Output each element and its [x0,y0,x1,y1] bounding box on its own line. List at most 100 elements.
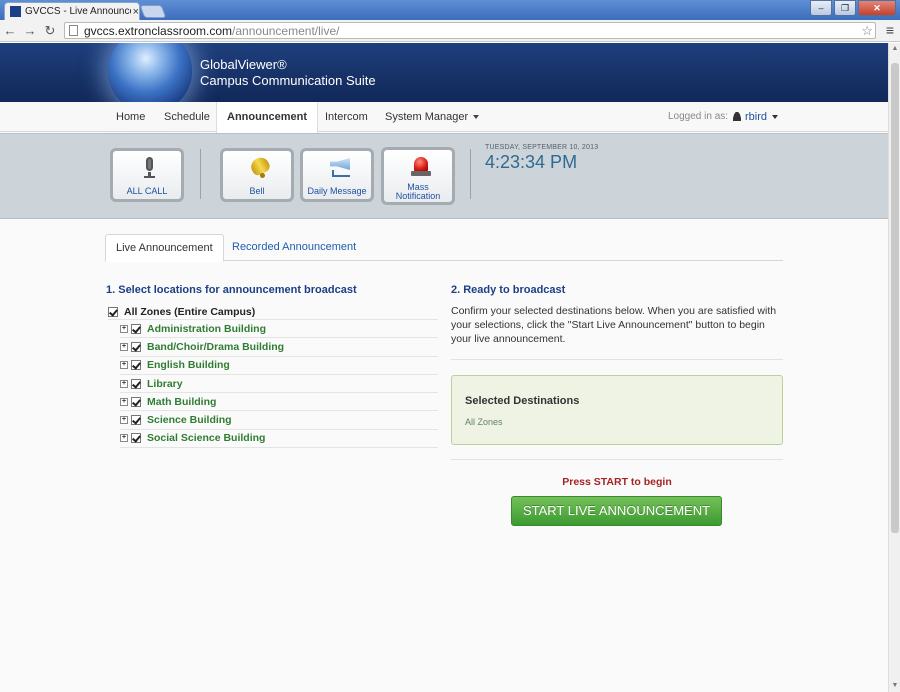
address-bar[interactable]: gvccs.extronclassroom.com/announcement/l… [64,22,876,39]
scroll-up-icon[interactable]: ▲ [889,43,900,55]
building-label: Library [147,377,183,390]
all-zones-row[interactable]: All Zones (Entire Campus) [108,304,438,320]
chevron-down-icon [473,115,480,120]
browser-menu-icon[interactable]: ≡ [886,22,894,38]
brand-subtitle: Campus Communication Suite [200,73,376,88]
web-page: GlobalViewer® Campus Communication Suite… [0,43,888,692]
divider [470,149,471,199]
daily-message-label: Daily Message [307,186,367,196]
minimize-button[interactable]: – [810,0,832,16]
all-call-label: ALL CALL [126,186,168,196]
mass-notification-label: Mass Notification [395,182,441,201]
expand-icon[interactable]: + [120,434,128,443]
building-checkbox[interactable] [131,396,141,407]
page-icon [69,25,78,36]
mass-notification-button[interactable]: Mass Notification [381,147,455,205]
building-checkbox[interactable] [131,323,141,334]
broadcast-instructions: Confirm your selected destinations below… [451,305,777,345]
window-titlebar: GVCCS - Live Announcem × – ❐ ✕ [0,0,900,20]
list-item[interactable]: + Math Building [120,393,438,412]
current-time: 4:23:34 PM [485,152,578,172]
building-label: Social Science Building [147,432,266,445]
scroll-down-icon[interactable]: ▼ [889,680,900,692]
all-zones-checkbox[interactable] [108,306,118,317]
divider [451,459,783,460]
all-zones-label: All Zones (Entire Campus) [124,305,256,318]
siren-icon [384,154,452,180]
browser-toolbar: ← → ↻ gvccs.extronclassroom.com/announce… [0,20,900,42]
page-scrollbar[interactable]: ▲ ▼ [888,43,900,692]
scroll-thumb[interactable] [891,63,899,533]
close-window-button[interactable]: ✕ [858,0,896,16]
brand-name: GlobalViewer® [200,57,287,72]
location-tree: All Zones (Entire Campus) + Administratio… [108,304,438,449]
current-date: TUESDAY, SEPTEMBER 10, 2013 [485,144,599,151]
tab-close-icon[interactable]: × [133,6,139,18]
tab-live-announcement[interactable]: Live Announcement [105,234,224,262]
list-item[interactable]: + Band/Choir/Drama Building [120,338,438,357]
divider [451,359,783,360]
broadcast-title: 2. Ready to broadcast [451,284,566,296]
nav-home[interactable]: Home [106,102,155,132]
all-call-button[interactable]: ALL CALL [110,148,184,202]
building-label: Math Building [147,395,217,408]
building-checkbox[interactable] [131,341,141,352]
building-label: English Building [147,359,230,372]
window-controls: – ❐ ✕ [808,0,896,16]
reload-button[interactable]: ↻ [40,23,60,39]
building-checkbox[interactable] [131,378,141,389]
brand: GlobalViewer® Campus Communication Suite [200,57,376,88]
forward-button[interactable]: → [20,23,40,38]
announcement-tabs: Live Announcement Recorded Announcement [105,234,783,262]
header-banner: GlobalViewer® Campus Communication Suite [0,43,888,113]
nav-system-manager[interactable]: System Manager [375,102,489,132]
nav-announcement[interactable]: Announcement [216,102,319,133]
main-nav: Home Schedule Announcement Intercom Syst… [0,102,888,133]
favicon-icon [10,6,21,17]
expand-icon[interactable]: + [120,416,128,425]
list-item[interactable]: + Library [120,375,438,394]
expand-icon[interactable]: + [120,342,128,351]
list-item[interactable]: + English Building [120,357,438,375]
locations-title: 1. Select locations for announcement bro… [106,284,357,296]
maximize-button[interactable]: ❐ [834,0,856,16]
username: rbird [745,111,768,123]
tab-recorded-announcement[interactable]: Recorded Announcement [222,234,366,261]
list-item[interactable]: + Science Building [120,411,438,430]
user-icon [733,112,741,121]
nav-intercom[interactable]: Intercom [315,102,378,132]
building-checkbox[interactable] [131,360,141,371]
logged-in-label: Logged in as: [668,111,729,122]
user-menu[interactable]: rbird [733,102,779,132]
start-live-announcement-button[interactable]: START LIVE ANNOUNCEMENT [511,496,722,526]
nav-system-manager-label: System Manager [385,111,469,123]
browser-tab[interactable]: GVCCS - Live Announcem × [4,2,140,20]
bookmark-star-icon[interactable]: ☆ [861,23,873,39]
bell-button[interactable]: Bell [220,148,294,202]
expand-icon[interactable]: + [120,397,128,406]
url-path: /announcement/live/ [232,23,340,38]
clock: TUESDAY, SEPTEMBER 10, 2013 4:23:34 PM [485,144,598,173]
selected-destinations-panel: Selected Destinations All Zones [451,375,783,445]
building-checkbox[interactable] [131,433,141,444]
divider [200,149,201,199]
bell-icon [223,154,291,181]
start-prompt: Press START to begin [562,476,672,488]
selected-destinations-title: Selected Destinations [465,395,580,407]
chevron-down-icon [772,115,779,120]
daily-message-button[interactable]: Daily Message [300,148,374,202]
new-tab-button[interactable] [139,5,167,18]
back-button[interactable]: ← [0,23,20,38]
building-checkbox[interactable] [131,415,141,426]
expand-icon[interactable]: + [120,379,128,388]
tab-title: GVCCS - Live Announcem [25,6,131,17]
expand-icon[interactable]: + [120,361,128,370]
list-item[interactable]: + Social Science Building [120,430,438,449]
url-host: gvccs.extronclassroom.com [84,23,233,38]
microphone-icon [113,155,181,181]
building-label: Administration Building [147,322,266,335]
selected-destinations-value: All Zones [465,417,503,427]
list-item[interactable]: + Administration Building [120,320,438,339]
nav-schedule[interactable]: Schedule [154,102,220,132]
expand-icon[interactable]: + [120,324,128,333]
